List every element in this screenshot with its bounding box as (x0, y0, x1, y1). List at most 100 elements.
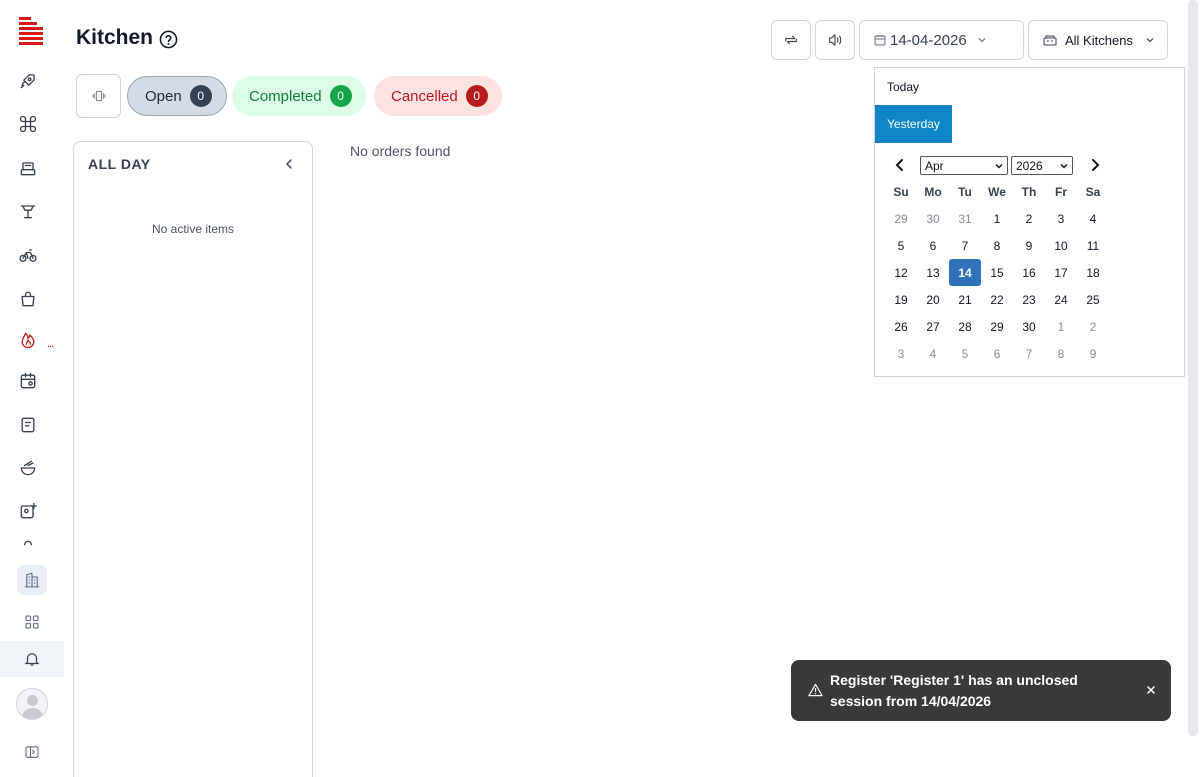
calendar-day[interactable]: 23 (1013, 286, 1045, 313)
refresh-button[interactable] (771, 20, 811, 60)
register-icon[interactable] (14, 154, 42, 182)
chevron-left-icon[interactable] (282, 157, 296, 171)
year-select[interactable]: 2026 (1011, 156, 1073, 175)
brand-logo-icon[interactable] (17, 16, 45, 46)
calendar-week: 3 4 5 6 7 8 9 (885, 340, 1109, 367)
calendar-day[interactable]: 2 (1077, 313, 1109, 340)
previous-month-icon[interactable] (893, 158, 907, 172)
calendar-day[interactable]: 18 (1077, 259, 1109, 286)
calendar-day[interactable]: 21 (949, 286, 981, 313)
weekday-label: Tu (958, 184, 972, 199)
calendar-day[interactable]: 16 (1013, 259, 1045, 286)
calendar-day[interactable]: 19 (885, 286, 917, 313)
calendar-day[interactable]: 29 (981, 313, 1013, 340)
preset-yesterday[interactable]: Yesterday (875, 105, 952, 143)
building-icon[interactable] (17, 565, 47, 595)
add-image-icon[interactable] (14, 497, 42, 525)
sidebar: ... (0, 0, 64, 777)
calendar-day[interactable]: 5 (949, 340, 981, 367)
calendar-day[interactable]: 15 (981, 259, 1013, 286)
tab-cancelled[interactable]: Cancelled 0 (374, 76, 502, 116)
next-month-icon[interactable] (1088, 158, 1102, 172)
refresh-icon (785, 35, 797, 45)
calendar-day[interactable]: 5 (885, 232, 917, 259)
dining-table-icon[interactable] (14, 197, 42, 225)
calendar-day[interactable]: 6 (917, 232, 949, 259)
all-day-panel: ALL DAY No active items (73, 141, 313, 777)
calendar-day[interactable]: 9 (1077, 340, 1109, 367)
bicycle-icon[interactable] (14, 241, 42, 269)
year-select-value: 2026 (1016, 158, 1043, 173)
command-icon[interactable] (14, 110, 42, 138)
calendar-day[interactable]: 7 (1013, 340, 1045, 367)
food-bowl-icon[interactable] (14, 454, 42, 482)
weekday-label: Sa (1085, 184, 1101, 199)
calendar-day[interactable]: 1 (1045, 313, 1077, 340)
weekday-label: Mo (924, 184, 942, 199)
calendar-settings-icon[interactable] (14, 367, 42, 395)
warning-icon (808, 683, 823, 697)
calendar-day[interactable]: 24 (1045, 286, 1077, 313)
no-orders-text: No orders found (350, 143, 451, 159)
calendar-day[interactable]: 8 (1045, 340, 1077, 367)
weekday-label: Su (893, 184, 909, 199)
bell-icon[interactable] (0, 641, 64, 677)
calendar-day[interactable]: 27 (917, 313, 949, 340)
tab-completed[interactable]: Completed 0 (232, 76, 366, 116)
avatar[interactable] (16, 688, 48, 720)
calendar-day[interactable]: 4 (917, 340, 949, 367)
calendar-day[interactable]: 11 (1077, 232, 1109, 259)
calendar-day[interactable]: 12 (885, 259, 917, 286)
calendar-week: 19 20 21 22 23 24 25 (885, 286, 1109, 313)
apps-grid-icon[interactable] (17, 607, 47, 637)
calendar-day[interactable]: 31 (949, 205, 981, 232)
calendar-day[interactable]: 13 (917, 259, 949, 286)
calendar-day[interactable]: 29 (885, 205, 917, 232)
calendar-day[interactable]: 30 (917, 205, 949, 232)
tab-open[interactable]: Open 0 (127, 76, 227, 116)
calendar-day[interactable]: 17 (1045, 259, 1077, 286)
calendar-day[interactable]: 3 (885, 340, 917, 367)
preset-today[interactable]: Today (875, 68, 931, 106)
calendar-day[interactable]: 22 (981, 286, 1013, 313)
kitchen-filter-dropdown[interactable]: All Kitchens (1028, 20, 1168, 60)
calendar-day-selected[interactable]: 14 (949, 259, 981, 286)
month-select[interactable]: Apr (920, 156, 1008, 175)
sound-button[interactable] (815, 20, 855, 60)
calendar-day[interactable]: 8 (981, 232, 1013, 259)
calendar-day[interactable]: 7 (949, 232, 981, 259)
help-icon[interactable] (159, 30, 178, 49)
page-scrollbar[interactable] (1188, 0, 1198, 736)
weekday-label: We (988, 184, 1006, 199)
tab-label: Open (145, 87, 182, 105)
calendar-day[interactable]: 4 (1077, 205, 1109, 232)
calendar-day[interactable]: 1 (981, 205, 1013, 232)
calendar-day[interactable]: 3 (1045, 205, 1077, 232)
tab-count-badge: 0 (465, 85, 488, 107)
calendar-day[interactable]: 2 (1013, 205, 1045, 232)
more-nav-icon[interactable] (14, 538, 42, 548)
shopping-bag-icon[interactable] (14, 285, 42, 313)
calendar-day[interactable]: 20 (917, 286, 949, 313)
chevron-down-icon (1060, 164, 1068, 169)
date-selector[interactable]: 14-04-2026 (859, 20, 1024, 60)
vibration-toggle-button[interactable] (76, 74, 121, 118)
calendar-day[interactable]: 9 (1013, 232, 1045, 259)
calendar-week: 5 6 7 8 9 10 11 (885, 232, 1109, 259)
fire-icon[interactable] (14, 326, 42, 354)
calendar-day[interactable]: 28 (949, 313, 981, 340)
calendar-day[interactable]: 6 (981, 340, 1013, 367)
all-day-title: ALL DAY (88, 156, 151, 172)
calendar-day[interactable]: 25 (1077, 286, 1109, 313)
calendar-day[interactable]: 30 (1013, 313, 1045, 340)
calendar-day[interactable]: 10 (1045, 232, 1077, 259)
month-select-value: Apr (925, 158, 944, 173)
close-icon[interactable] (1145, 684, 1157, 696)
receipt-icon[interactable] (14, 411, 42, 439)
tab-label: Completed (249, 87, 322, 105)
calendar-day[interactable]: 26 (885, 313, 917, 340)
rocket-icon[interactable] (14, 67, 42, 95)
toast-message: Register 'Register 1' has an unclosed se… (830, 672, 1078, 709)
sidebar-toggle-icon[interactable] (17, 737, 47, 767)
calendar-grid: Su Mo Tu We Th Fr Sa 29 30 31 1 2 3 4 5 … (885, 178, 1109, 367)
